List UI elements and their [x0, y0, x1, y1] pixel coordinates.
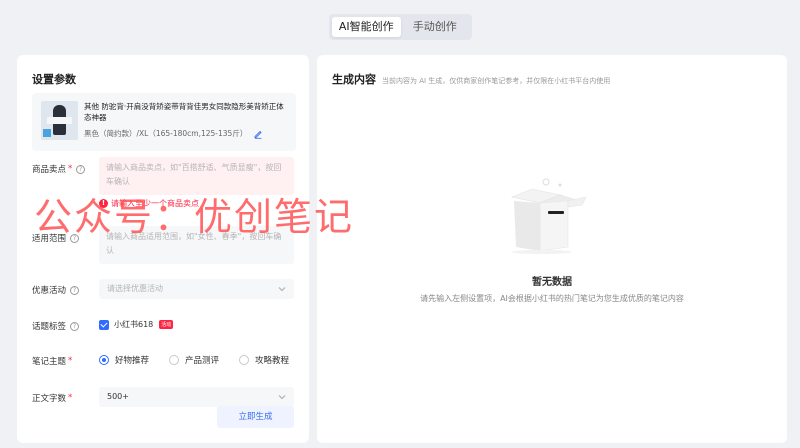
product-sku: 黑色（简约款）/XL（165-180cm,125-135斤）: [84, 129, 248, 138]
help-icon[interactable]: ?: [70, 285, 80, 295]
promo-label: 优惠活动 ?: [32, 284, 80, 296]
tab-manual-create[interactable]: 手动创作: [401, 17, 470, 37]
theme-option-recommend[interactable]: 好物推荐: [99, 354, 149, 366]
theme-option-guide[interactable]: 攻略教程: [239, 354, 289, 366]
wordcount-select[interactable]: 500+: [99, 387, 294, 407]
selling-points-input[interactable]: 请输入商品卖点，如"百搭舒适、气质显瘦"，按回车确认: [99, 157, 294, 195]
tab-ai-create[interactable]: AI智能创作: [332, 17, 401, 37]
product-name: 其他 防驼背·开肩没背矫姿带背背佳男女同款隐形美背矫正体态神器: [84, 102, 284, 122]
edit-icon[interactable]: [253, 129, 263, 139]
required-mark: *: [68, 356, 73, 366]
required-mark: *: [68, 164, 73, 174]
radio-icon[interactable]: [239, 355, 250, 365]
generate-button[interactable]: 立即生成: [217, 406, 294, 428]
settings-panel: 设置参数 其他 防驼背·开肩没背矫姿带背背佳男女同款隐形美背矫正体态神器 黑色（…: [17, 55, 309, 443]
theme-label: 笔记主题 *: [32, 356, 73, 367]
empty-box-icon: [510, 178, 587, 254]
topic-checkbox[interactable]: 小红书618 活动: [99, 319, 174, 330]
scope-input[interactable]: 请输入商品适用范围，如"女性、春季"，按回车确认: [99, 226, 294, 264]
topic-label: 话题标签 ?: [32, 320, 80, 332]
wordcount-label: 正文字数 *: [32, 393, 73, 404]
output-subtitle: 当前内容为 AI 生成，仅供商家创作笔记参考，并仅限在小红书平台内使用: [382, 77, 611, 85]
help-icon[interactable]: ?: [70, 321, 80, 331]
promo-select[interactable]: 请选择优惠活动: [99, 279, 294, 299]
radio-icon[interactable]: [169, 355, 180, 365]
help-icon[interactable]: ?: [70, 233, 80, 243]
theme-option-review[interactable]: 产品测评: [169, 354, 219, 366]
chevron-down-icon: [278, 287, 286, 292]
chevron-down-icon: [278, 395, 286, 400]
output-panel: 生成内容 当前内容为 AI 生成，仅供商家创作笔记参考，并仅限在小红书平台内使用…: [317, 55, 787, 443]
theme-radio-group: 好物推荐 产品测评 攻略教程: [99, 354, 289, 366]
selling-points-label: 商品卖点 * ?: [32, 163, 86, 175]
radio-selected-icon[interactable]: [99, 355, 109, 365]
product-card: 其他 防驼背·开肩没背矫姿带背背佳男女同款隐形美背矫正体态神器 黑色（简约款）/…: [32, 93, 296, 151]
product-image: [41, 101, 78, 140]
help-icon[interactable]: ?: [76, 164, 86, 174]
required-mark: *: [68, 393, 73, 403]
activity-badge: 活动: [159, 320, 174, 329]
checkbox-checked-icon[interactable]: [99, 319, 109, 330]
output-title: 生成内容: [332, 73, 376, 86]
selling-points-error: ! 请输入至少一个商品卖点: [99, 198, 199, 209]
topic-tag: 小红书618: [114, 320, 154, 329]
empty-title: 暂无数据: [532, 277, 572, 288]
scope-label: 适用范围 ?: [32, 232, 80, 244]
error-icon: !: [99, 199, 108, 208]
creation-mode-tabs: AI智能创作 手动创作: [329, 14, 472, 40]
output-header: 生成内容 当前内容为 AI 生成，仅供商家创作笔记参考，并仅限在小红书平台内使用: [332, 71, 610, 87]
empty-description: 请先输入左侧设置项，AI会根据小红书的热门笔记为您生成优质的笔记内容: [420, 294, 684, 303]
settings-title: 设置参数: [32, 73, 76, 86]
product-sku-row: 黑色（简约款）/XL（165-180cm,125-135斤）: [84, 128, 263, 139]
